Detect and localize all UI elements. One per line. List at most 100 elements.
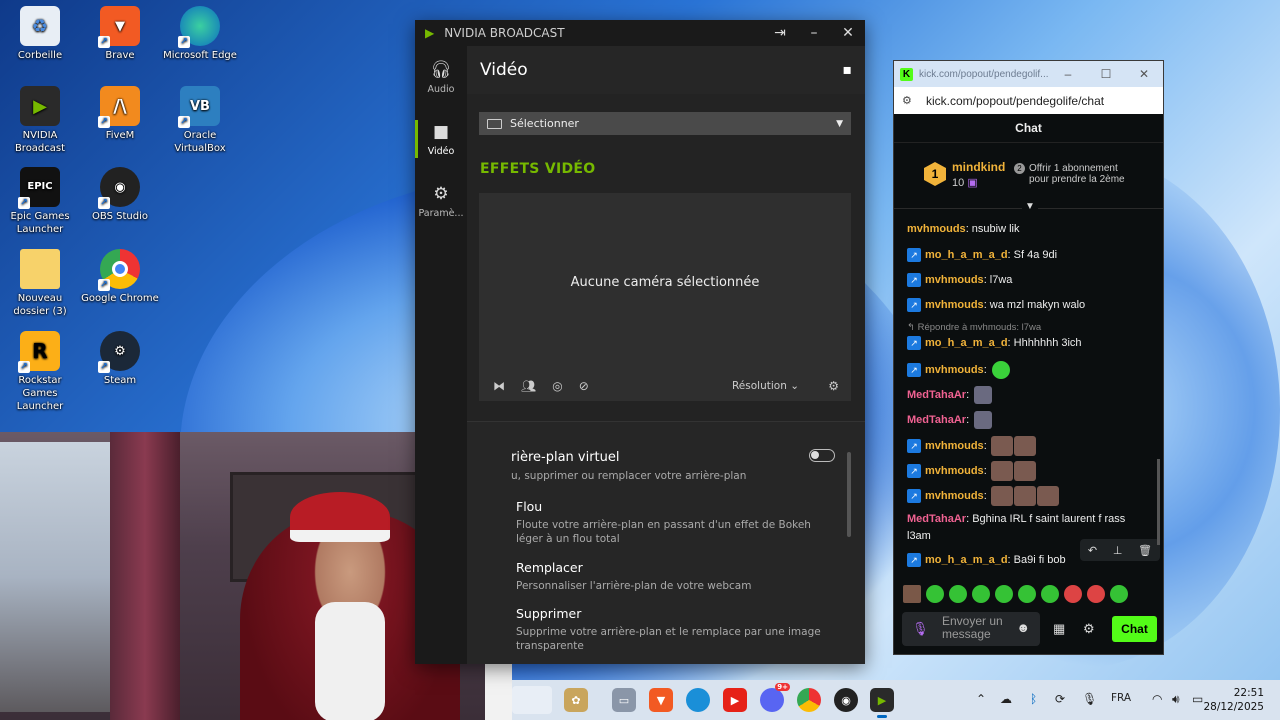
desktop-icon-steam[interactable]: ⚙ ↗ Steam (80, 331, 160, 387)
camera-settings-icon[interactable]: ⚙ (828, 379, 839, 393)
emote-icon[interactable] (1064, 585, 1082, 603)
emote-icon[interactable] (903, 585, 921, 603)
minimize-button[interactable]: – (797, 25, 831, 41)
close-button[interactable]: ✕ (831, 25, 865, 41)
sync-icon[interactable]: ⟳ (1055, 692, 1065, 706)
chrome-icon[interactable] (797, 688, 821, 712)
source-select[interactable]: Sélectionner ▼ (479, 112, 851, 135)
chat-username[interactable]: mvhmouds (925, 465, 984, 477)
option-blur[interactable]: Flou (516, 499, 542, 514)
taskbar-search[interactable] (512, 686, 552, 714)
widgets-icon[interactable]: ✿ (564, 688, 588, 712)
desktop-icon-chrome[interactable]: ↗ Google Chrome (80, 249, 160, 305)
microphone-icon[interactable]: 🎙︎ (1082, 692, 1097, 706)
option-replace[interactable]: Remplacer (516, 560, 583, 575)
chat-username[interactable]: mo_h_a_m_a_d (925, 249, 1008, 261)
emote-icon[interactable] (972, 585, 990, 603)
desktop-icon-nvidia-broadcast[interactable]: ▶ NVIDIA Broadcast (0, 86, 80, 155)
emote-icon[interactable] (1018, 585, 1036, 603)
desktop-icon-brave[interactable]: ▼ ↗ Brave (80, 6, 160, 62)
emote-icon[interactable] (949, 585, 967, 603)
chat-settings-icon[interactable]: ⚙ (1083, 621, 1095, 637)
desktop-icon-virtualbox[interactable]: VB ↗ Oracle VirtualBox (160, 86, 240, 155)
nav-video[interactable]: ■ Vidéo (415, 108, 467, 170)
minimize-button[interactable]: – (1049, 67, 1087, 81)
chat-username[interactable]: mvhmouds (925, 299, 984, 311)
desktop-icon-obs[interactable]: ◉ ↗ OBS Studio (80, 167, 160, 223)
desktop-icon-folder[interactable]: Nouveau dossier (3) (0, 249, 80, 318)
chat-message[interactable]: ↗ mo_h_a_m_a_d: Ba9i fi bob (907, 553, 1066, 567)
virtual-background-toggle[interactable] (809, 449, 835, 462)
site-info-icon[interactable]: ⚙ (902, 94, 916, 107)
chat-message[interactable]: MedTahaAr: (907, 411, 993, 429)
wifi-icon[interactable]: ◠ (1152, 692, 1162, 706)
chat-username[interactable]: mvhmouds (925, 440, 984, 452)
clock[interactable]: 22:51 28/12/2025 (1203, 686, 1264, 714)
desktop-icon-recycle-bin[interactable]: ♻ Corbeille (0, 6, 80, 62)
chat-message[interactable]: ↗ mvhmouds: (907, 461, 1036, 481)
brave-icon[interactable]: ▼ (649, 688, 673, 712)
chat-username[interactable]: MedTahaAr (907, 513, 966, 525)
chat-username[interactable]: mvhmouds (925, 490, 984, 502)
address-bar[interactable]: ⚙ kick.com/popout/pendegolife/chat (894, 87, 1163, 114)
emote-icon[interactable] (1041, 585, 1059, 603)
microphone-icon[interactable]: 🎙︎ (912, 621, 929, 637)
resolution-dropdown[interactable]: Résolution ⌄ (732, 380, 799, 392)
chat-input[interactable]: 🎙︎ Envoyer un message ☻ (902, 612, 1040, 646)
pin-icon[interactable]: ⊥ (1113, 544, 1123, 557)
person-icon[interactable]: 👥︎ (521, 379, 536, 393)
top-gifter-name[interactable]: mindkind (952, 160, 1005, 174)
volume-icon[interactable]: 🔊︎ (1172, 692, 1180, 707)
file-explorer-icon[interactable]: ▭ (612, 688, 636, 712)
chat-message[interactable]: ↗ mvhmouds: (907, 486, 1059, 506)
language-indicator[interactable]: FRA (1111, 692, 1131, 704)
chat-username[interactable]: mvhmouds (925, 274, 984, 286)
tray-overflow-icon[interactable]: ⌃ (976, 692, 986, 706)
emote-icon[interactable] (1110, 585, 1128, 603)
chat-username[interactable]: mvhmouds (925, 364, 984, 376)
chat-message[interactable]: ↗ mvhmouds: (907, 361, 1010, 379)
chat-message[interactable]: MedTahaAr: (907, 386, 993, 404)
discord-icon[interactable]: 9+ (760, 683, 790, 712)
battery-icon[interactable]: ▭ (1192, 692, 1203, 706)
chat-username[interactable]: mo_h_a_m_a_d (925, 337, 1008, 349)
chat-username[interactable]: MedTahaAr (907, 414, 966, 426)
send-chat-button[interactable]: Chat (1112, 616, 1157, 642)
obs-icon[interactable]: ◉ (834, 688, 858, 712)
nav-audio[interactable]: 🎧︎ Audio (415, 46, 467, 108)
chat-username[interactable]: mvhmouds (907, 223, 966, 235)
gift-sub-offer[interactable]: 2 Offrir 1 abonnement pour prendre la 2èm… (1014, 163, 1125, 185)
youtube-icon[interactable]: ▶ (723, 688, 747, 712)
emote-icon[interactable] (995, 585, 1013, 603)
desktop-icon-fivem[interactable]: /\ ↗ FiveM (80, 86, 160, 142)
cloud-icon[interactable]: ☁ (1000, 692, 1012, 706)
chat-message[interactable]: ↗ mvhmouds: (907, 436, 1036, 456)
hide-preview-icon[interactable]: ⊘ (579, 379, 589, 393)
chat-message[interactable]: ↗ mo_h_a_m_a_d: Hhhhhhh 3ich (907, 336, 1082, 350)
reply-icon[interactable]: ↶ (1088, 544, 1097, 557)
panel-scrollbar[interactable] (847, 452, 851, 537)
chat-scrollbar[interactable] (1157, 459, 1160, 545)
option-remove[interactable]: Supprimer (516, 606, 581, 621)
snapshot-icon[interactable]: ◎ (552, 379, 562, 393)
emote-icon[interactable] (1087, 585, 1105, 603)
desktop-icon-epic[interactable]: EPIC ↗ Epic Games Launcher (0, 167, 80, 236)
delete-icon[interactable]: 🗑︎ (1138, 544, 1152, 557)
emoji-picker-icon[interactable]: ☻ (1016, 620, 1030, 635)
chat-username[interactable]: MedTahaAr (907, 389, 966, 401)
maximize-button[interactable]: ☐ (1087, 67, 1125, 81)
chat-message[interactable]: mvhmouds: nsubiw lik (907, 223, 1020, 235)
desktop-icon-edge[interactable]: ↗ Microsoft Edge (160, 6, 240, 62)
nav-settings[interactable]: ⚙ Paramè... (415, 170, 467, 232)
chat-message[interactable]: ↗ mvhmouds: wa mzl makyn walo (907, 298, 1085, 312)
chat-message[interactable]: MedTahaAr: Bghina IRL f saint laurent f … (907, 513, 1125, 525)
pin-window-icon[interactable]: ⇥ (763, 25, 797, 41)
emote-icon[interactable] (926, 585, 944, 603)
expand-pinned-icon[interactable]: ▼ (1022, 201, 1038, 212)
edge-icon[interactable] (686, 688, 710, 712)
close-button[interactable]: ✕ (1125, 67, 1163, 81)
store-icon[interactable]: ▦ (1053, 621, 1065, 637)
chat-message[interactable]: ↗ mvhmouds: l7wa (907, 273, 1012, 287)
nvidia-broadcast-icon[interactable]: ▶ (870, 688, 894, 718)
chat-message[interactable]: ↗ mo_h_a_m_a_d: Sf 4a 9di (907, 248, 1057, 262)
